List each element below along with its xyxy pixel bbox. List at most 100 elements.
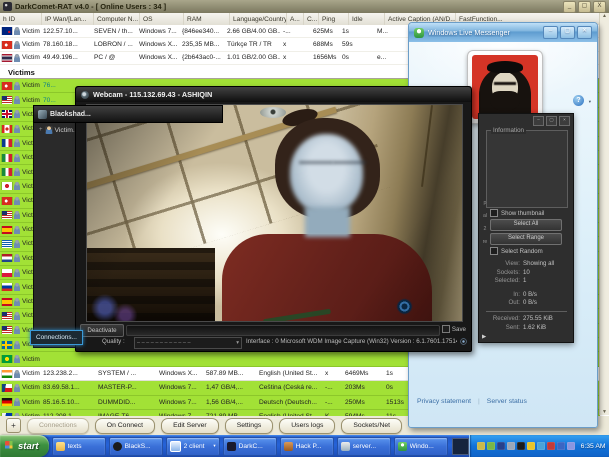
chat-icon[interactable] (537, 442, 545, 450)
minimize-button[interactable]: – (533, 116, 544, 126)
users-logs-button[interactable]: Users logs (279, 418, 335, 434)
start-button[interactable]: start (0, 435, 49, 457)
show-thumbnail-label: Show thumbnail (501, 210, 544, 217)
taskbar-task-darkc-[interactable]: DarkC... (223, 437, 277, 456)
chevron-down-icon[interactable]: ▾ (213, 443, 215, 449)
shield-icon[interactable] (477, 442, 485, 450)
edit-server-button[interactable]: Edit Server (161, 418, 219, 434)
alert-icon[interactable] (527, 442, 535, 450)
column-header[interactable]: Ping (319, 13, 349, 25)
expand-arrow-icon[interactable]: ▶ (482, 334, 486, 340)
add-button[interactable]: + (6, 418, 21, 433)
minimize-button[interactable]: _ (563, 1, 576, 13)
taskbar-task-texts[interactable]: texts (52, 437, 106, 456)
on-connect-button[interactable]: On Connect (95, 418, 155, 434)
column-header[interactable]: C... (304, 13, 319, 25)
select-random-option[interactable]: Select Random (490, 247, 562, 255)
stat-value: 0 B/s (523, 299, 537, 306)
settings-button[interactable]: Settings (225, 418, 274, 434)
column-header[interactable]: h ID (0, 13, 42, 25)
connections-tab[interactable]: Connections... (30, 330, 83, 345)
taskbar-task-blacks-[interactable]: BlackS... (109, 437, 163, 456)
tray-app-icon[interactable] (452, 438, 469, 455)
taskbar-task-windo-[interactable]: Windo... (394, 437, 448, 456)
webcam-icon (81, 91, 89, 99)
windows-logo-icon (5, 441, 15, 451)
select-random-checkbox[interactable] (490, 247, 498, 255)
column-header[interactable]: IP Wan/[Lan... (42, 13, 94, 25)
user-icon (14, 96, 20, 104)
select-all-button[interactable]: Select All (490, 219, 562, 231)
country-flag-icon (2, 139, 12, 147)
cell-comp: SEVEN / th... (91, 28, 136, 35)
minimize-button[interactable]: – (543, 26, 558, 39)
select-range-button[interactable]: Select Range (490, 233, 562, 245)
network-icon[interactable] (507, 442, 515, 450)
capture-progress-bar[interactable] (126, 325, 440, 336)
cell-id: Victim (0, 384, 40, 392)
column-header[interactable]: Idle (349, 13, 385, 25)
messenger-footer-links: Privacy statement|Server status (417, 398, 527, 405)
messenger-icon[interactable] (557, 442, 565, 450)
cell-ram: 235,35 MB... (179, 41, 224, 48)
taskbar-task-server-[interactable]: server... (337, 437, 391, 456)
column-header[interactable]: Language/Country (230, 13, 287, 25)
blackshades-titlebar[interactable]: Blackshad... (33, 105, 223, 123)
user-icon (14, 154, 20, 162)
save-checkbox[interactable] (442, 325, 450, 333)
cell-idle: 1s (339, 28, 374, 35)
cell-ping: 250Ms (342, 399, 383, 406)
vertical-scrollbar[interactable]: ▲ ▼ (599, 13, 609, 415)
close-button[interactable]: ✕ (577, 26, 592, 39)
cell-os: Windows 7... (156, 399, 203, 406)
quality-dropdown[interactable]: – – – – – – – – – – – – ▾ (134, 337, 242, 349)
scroll-down-icon[interactable]: ▼ (602, 409, 607, 415)
show-thumbnail-checkbox[interactable] (490, 209, 498, 217)
user-icon (14, 110, 20, 118)
task-label: texts (68, 443, 102, 450)
column-header[interactable]: RAM (184, 13, 230, 25)
sockets-net-button[interactable]: Sockets/Net (341, 418, 402, 434)
taskbar-task-hack-p-[interactable]: Hack P... (280, 437, 334, 456)
maximize-button[interactable]: ▢ (578, 1, 591, 13)
column-header[interactable]: Computer N... (94, 13, 140, 25)
maximize-button[interactable]: ▢ (546, 116, 557, 126)
user-icon (14, 298, 20, 306)
chevron-down-icon[interactable]: ▾ (589, 99, 591, 105)
flag-icon[interactable] (497, 442, 505, 450)
group-icon (170, 441, 181, 452)
blackshades-control-panel: –▢× Information pal2re Show thumbnail Se… (478, 113, 574, 343)
messenger-titlebar[interactable]: Windows Live Messenger –▢✕ (409, 23, 597, 42)
save-option[interactable]: Save (442, 325, 466, 333)
column-header[interactable]: OS (140, 13, 184, 25)
country-flag-icon (2, 283, 12, 291)
darkcomet-titlebar[interactable]: DarkComet-RAT v4.0 - [ Online Users : 34… (0, 0, 609, 13)
save-label: Save (452, 326, 466, 333)
column-header[interactable]: A... (287, 13, 304, 25)
avatar-art (487, 61, 524, 73)
webcam-titlebar[interactable]: Webcam - 115.132.69.43 - ASHIQIN (76, 87, 471, 102)
scroll-up-icon[interactable]: ▲ (602, 13, 607, 19)
help-icon[interactable]: ? (573, 95, 584, 106)
cell-a: x (280, 54, 296, 61)
darkcomet-app-icon (3, 2, 12, 11)
expand-icon[interactable]: + (39, 127, 43, 133)
close-button[interactable]: × (559, 116, 570, 126)
stat-value: 275.55 KiB (523, 315, 553, 322)
app-icon[interactable] (517, 442, 525, 450)
stat-value: 0 B/s (523, 291, 537, 298)
footer-link[interactable]: Server status (487, 398, 527, 405)
stat-label: Selected: (484, 277, 520, 284)
show-thumbnail-option[interactable]: Show thumbnail (490, 209, 562, 217)
maximize-button[interactable]: ▢ (560, 26, 575, 39)
security-icon[interactable] (547, 442, 555, 450)
footer-link[interactable]: Privacy statement (417, 398, 471, 405)
shield-icon[interactable] (487, 442, 495, 450)
deactivate-button[interactable]: Deactivate (80, 324, 124, 337)
taskbar-task-2-client[interactable]: 2 client▾ (166, 437, 220, 456)
cell-id: Victim (0, 41, 40, 49)
volume-icon[interactable] (567, 442, 575, 450)
connections-button[interactable]: Connections (27, 418, 89, 434)
victims-tree-item[interactable]: + Victim... (39, 126, 79, 134)
close-button[interactable]: X (593, 1, 606, 13)
